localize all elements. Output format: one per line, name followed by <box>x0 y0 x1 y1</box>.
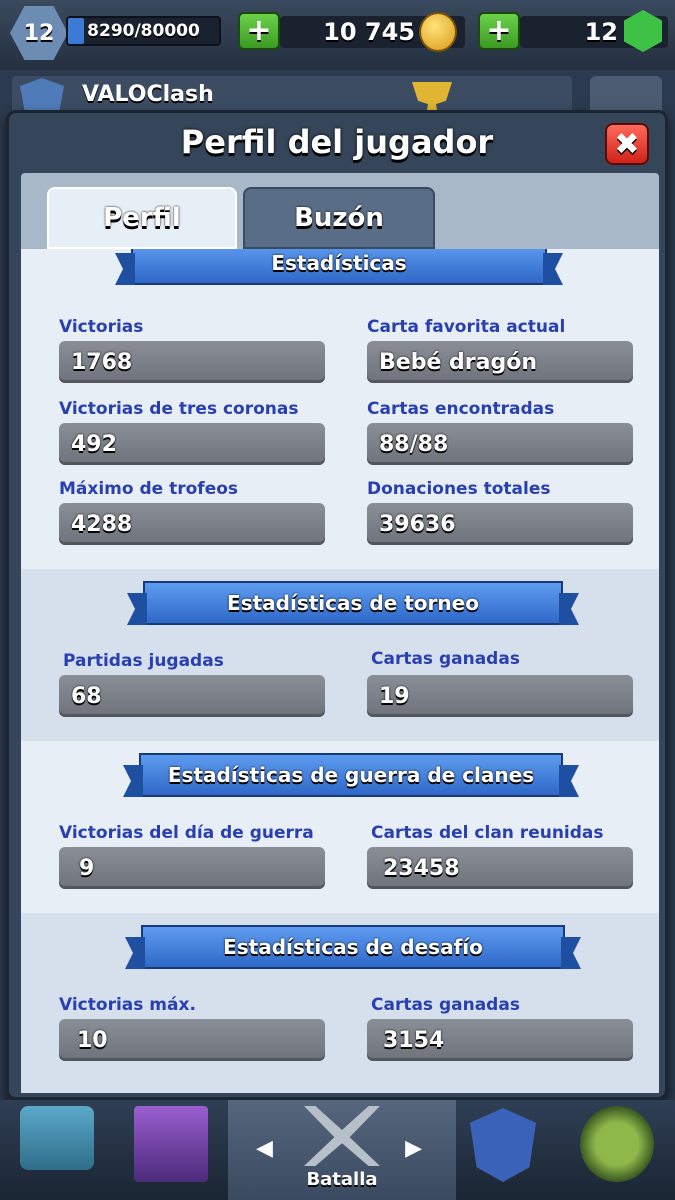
events-icon[interactable] <box>580 1106 654 1182</box>
stat-label: Victorias de tres coronas <box>59 399 299 419</box>
level-value: 12 <box>23 20 55 46</box>
stats-section: Estadísticas Victorias 1768 Carta favori… <box>21 249 659 569</box>
battle-tab[interactable]: ◀ ▶ Batalla <box>228 1100 456 1200</box>
stat-label: Cartas ganadas <box>371 649 520 669</box>
stat-value: 10 <box>59 1019 325 1061</box>
swords-icon <box>304 1106 380 1166</box>
tournament-section: Estadísticas de torneo Partidas jugadas … <box>21 569 659 741</box>
challenge-ribbon: Estadísticas de desafío <box>141 925 565 969</box>
bottom-nav: ◀ ▶ Batalla <box>0 1100 675 1200</box>
close-icon: ✖ <box>614 126 640 162</box>
battle-label: Batalla <box>306 1169 378 1190</box>
gem-icon <box>624 10 662 52</box>
profile-content[interactable]: Estadísticas Victorias 1768 Carta favori… <box>21 249 659 1093</box>
stat-value: 1768 <box>59 341 325 383</box>
tab-strip: Perfil Buzón <box>21 173 659 249</box>
stat-value: 9 <box>59 847 325 889</box>
tab-profile[interactable]: Perfil <box>47 187 237 249</box>
stat-value: 4288 <box>59 503 325 545</box>
stat-value: 3154 <box>367 1019 633 1061</box>
xp-value: 8290/80000 <box>87 21 200 41</box>
chest-icon[interactable] <box>20 1106 94 1170</box>
stat-label: Victorias <box>59 317 144 337</box>
stat-label: Cartas del clan reunidas <box>371 823 604 843</box>
stats-title: Estadísticas <box>271 251 407 275</box>
add-gold-button[interactable]: + <box>238 12 280 50</box>
tab-inbox[interactable]: Buzón <box>243 187 435 249</box>
stat-label: Máximo de trofeos <box>59 479 239 499</box>
stat-label: Cartas encontradas <box>367 399 555 419</box>
stat-value: 492 <box>59 423 325 465</box>
cards-icon[interactable] <box>134 1106 208 1182</box>
xp-fill <box>68 18 84 44</box>
xp-bar: 8290/80000 <box>66 16 221 46</box>
level-badge[interactable]: 12 <box>10 6 68 60</box>
modal-title: Perfil del jugador <box>180 123 494 161</box>
chevron-right-icon[interactable]: ▶ <box>405 1136 422 1161</box>
stat-value: 23458 <box>367 847 633 889</box>
chevron-left-icon[interactable]: ◀ <box>256 1136 273 1161</box>
gem-counter: 12 <box>520 10 668 52</box>
add-gems-button[interactable]: + <box>478 12 520 50</box>
top-resource-bar: 12 8290/80000 + 10 745 + 12 <box>0 0 675 70</box>
stat-label: Carta favorita actual <box>367 317 566 337</box>
tournament-ribbon: Estadísticas de torneo <box>143 581 563 625</box>
plus-icon: + <box>486 13 512 48</box>
stat-value: 88/88 <box>367 423 633 465</box>
challenge-title: Estadísticas de desafío <box>223 935 483 959</box>
clan-war-ribbon: Estadísticas de guerra de clanes <box>139 753 563 797</box>
gold-counter: 10 745 <box>280 12 465 52</box>
stat-label: Partidas jugadas <box>63 651 224 671</box>
tournament-title: Estadísticas de torneo <box>227 591 479 615</box>
stat-label: Victorias máx. <box>59 995 196 1015</box>
stat-value: 19 <box>367 675 633 717</box>
player-profile-modal: Perfil del jugador ✖ Perfil Buzón Estadí… <box>6 110 668 1100</box>
clan-war-title: Estadísticas de guerra de clanes <box>167 763 535 787</box>
stat-value: 39636 <box>367 503 633 545</box>
plus-icon: + <box>246 13 272 48</box>
clan-war-section: Estadísticas de guerra de clanes Victori… <box>21 741 659 913</box>
clan-name: VALOClash <box>82 82 214 107</box>
close-button[interactable]: ✖ <box>605 123 649 165</box>
clan-icon[interactable] <box>470 1108 536 1182</box>
gold-value: 10 745 <box>323 18 415 46</box>
stat-label: Donaciones totales <box>367 479 551 499</box>
stat-label: Cartas ganadas <box>371 995 520 1015</box>
stat-value: 68 <box>59 675 325 717</box>
challenge-section: Estadísticas de desafío Victorias máx. 1… <box>21 913 659 1093</box>
stats-ribbon: Estadísticas <box>131 249 547 285</box>
stat-label: Victorias del día de guerra <box>59 823 314 843</box>
gem-value: 12 <box>584 18 618 46</box>
stat-value: Bebé dragón <box>367 341 633 383</box>
gold-coin-icon <box>419 12 457 52</box>
